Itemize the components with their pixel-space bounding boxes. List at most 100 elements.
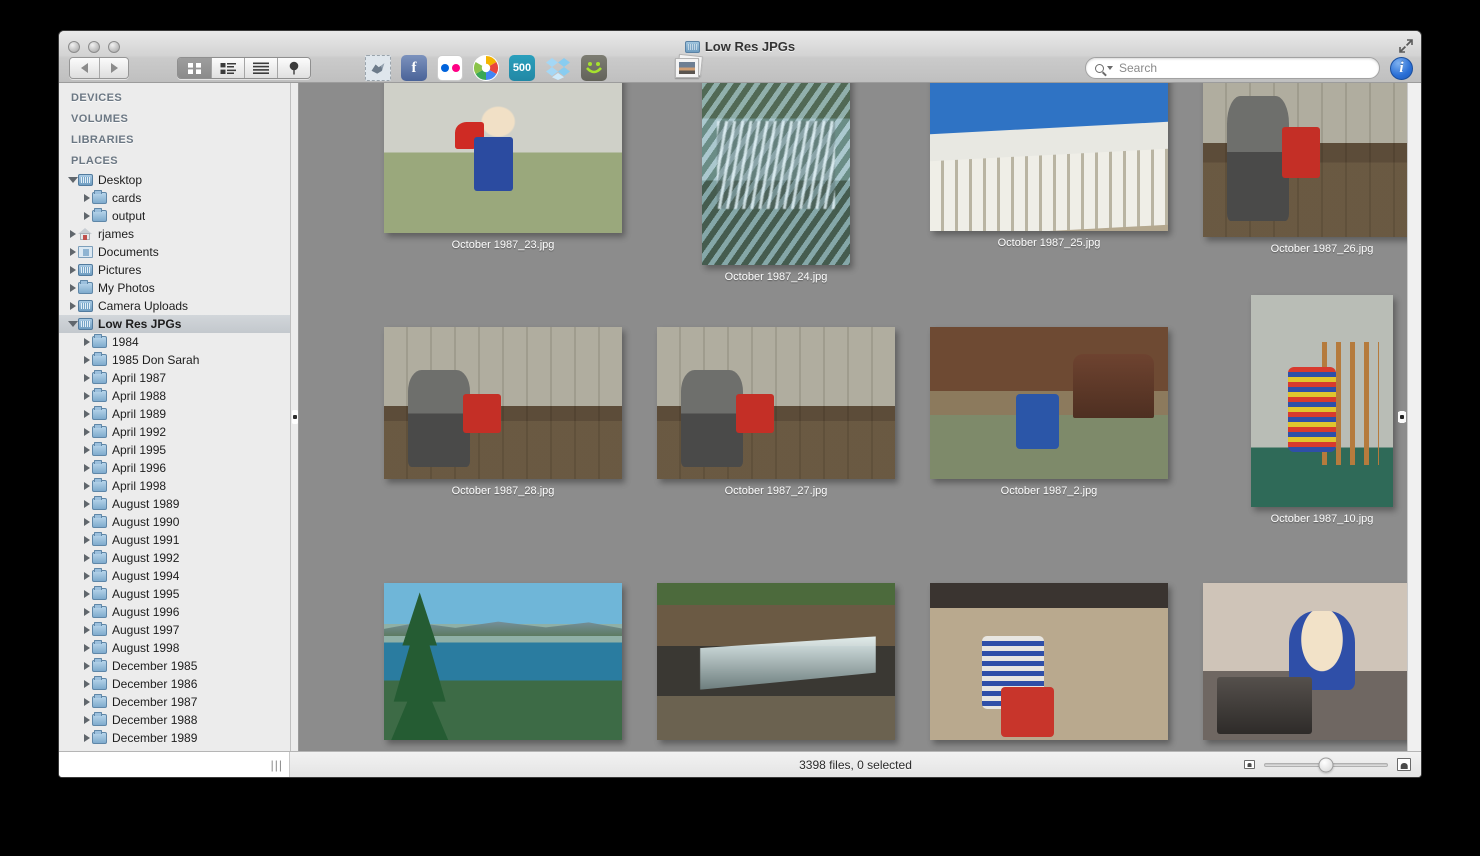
chevron-right-icon[interactable] <box>81 374 92 382</box>
content-area[interactable]: October 1987_23.jpg October 1987_24.jpg Oc… <box>299 83 1421 751</box>
sidebar-item-desktop[interactable]: Desktop <box>59 171 290 189</box>
sidebar-item-1984[interactable]: 1984 <box>59 333 290 351</box>
chevron-down-icon[interactable] <box>1107 66 1113 70</box>
chevron-right-icon[interactable] <box>81 680 92 688</box>
smugmug-smiley-icon[interactable] <box>581 55 607 81</box>
sidebar-item-rjames[interactable]: rjames <box>59 225 290 243</box>
sidebar-item-december-1988[interactable]: December 1988 <box>59 711 290 729</box>
chevron-right-icon[interactable] <box>81 518 92 526</box>
chevron-right-icon[interactable] <box>81 536 92 544</box>
sidebar-item-august-1989[interactable]: August 1989 <box>59 495 290 513</box>
sidebar-item-december-1985[interactable]: December 1985 <box>59 657 290 675</box>
sidebar-item-august-1998[interactable]: August 1998 <box>59 639 290 657</box>
sidebar-item-april-1996[interactable]: April 1996 <box>59 459 290 477</box>
sidebar-item-april-1989[interactable]: April 1989 <box>59 405 290 423</box>
icon-list-icon[interactable] <box>211 58 244 78</box>
chevron-down-icon[interactable] <box>67 321 78 327</box>
thumbnail-image[interactable] <box>657 583 895 740</box>
chevron-right-icon[interactable] <box>81 698 92 706</box>
sidebar[interactable]: DEVICESVOLUMESLIBRARIESPLACESDesktopcard… <box>59 83 290 751</box>
grid-item[interactable] <box>384 583 622 740</box>
chevron-right-icon[interactable] <box>81 734 92 742</box>
sidebar-item-april-1998[interactable]: April 1998 <box>59 477 290 495</box>
chevron-right-icon[interactable] <box>81 212 92 220</box>
grid-item[interactable]: October 1987_10.jpg <box>1251 295 1393 525</box>
chevron-right-icon[interactable] <box>67 248 78 256</box>
chevron-right-icon[interactable] <box>81 626 92 634</box>
sidebar-item-1985-don-sarah[interactable]: 1985 Don Sarah <box>59 351 290 369</box>
chevron-right-icon[interactable] <box>81 392 92 400</box>
chevron-right-icon[interactable] <box>81 410 92 418</box>
sidebar-item-documents[interactable]: Documents <box>59 243 290 261</box>
thumbnail-grid[interactable]: October 1987_23.jpg October 1987_24.jpg Oc… <box>299 83 1407 751</box>
small-thumbnail-icon[interactable] <box>1244 760 1255 769</box>
grid-item[interactable]: October 1987_23.jpg <box>384 83 622 251</box>
grid-icon[interactable] <box>178 58 211 78</box>
sidebar-item-april-1995[interactable]: April 1995 <box>59 441 290 459</box>
list-lines-icon[interactable] <box>244 58 277 78</box>
grid-item[interactable]: October 1987_26.jpg <box>1203 83 1407 255</box>
chevron-right-icon[interactable] <box>81 500 92 508</box>
grid-item[interactable]: October 1987_25.jpg <box>930 83 1168 249</box>
map-pin-icon[interactable] <box>277 58 310 78</box>
content-resize-handle[interactable] <box>1398 404 1406 430</box>
sidebar-item-august-1995[interactable]: August 1995 <box>59 585 290 603</box>
grid-item[interactable]: October 1987_27.jpg <box>657 327 895 497</box>
stamp-mail-icon[interactable] <box>365 55 391 81</box>
sidebar-item-august-1994[interactable]: August 1994 <box>59 567 290 585</box>
thumbnail-image[interactable] <box>930 83 1168 231</box>
sidebar-item-april-1992[interactable]: April 1992 <box>59 423 290 441</box>
sidebar-item-april-1987[interactable]: April 1987 <box>59 369 290 387</box>
large-thumbnail-icon[interactable] <box>1397 758 1411 771</box>
chevron-right-icon[interactable] <box>67 230 78 238</box>
chevron-right-icon[interactable] <box>81 338 92 346</box>
thumbnail-image[interactable] <box>657 327 895 479</box>
chevron-right-icon[interactable] <box>81 356 92 364</box>
chevron-right-icon[interactable] <box>81 482 92 490</box>
forward-button[interactable] <box>99 58 128 78</box>
sidebar-item-august-1996[interactable]: August 1996 <box>59 603 290 621</box>
chevron-right-icon[interactable] <box>81 554 92 562</box>
500px-icon[interactable]: 500 <box>509 55 535 81</box>
back-button[interactable] <box>70 58 99 78</box>
sidebar-item-august-1997[interactable]: August 1997 <box>59 621 290 639</box>
sidebar-item-pictures[interactable]: Pictures <box>59 261 290 279</box>
photo-stack-button[interactable] <box>673 55 703 81</box>
zoom-slider-handle[interactable] <box>1319 757 1334 772</box>
thumbnail-image[interactable] <box>1203 83 1407 237</box>
grid-item[interactable] <box>1203 583 1407 740</box>
chevron-right-icon[interactable] <box>81 608 92 616</box>
grid-item[interactable] <box>657 583 895 740</box>
sidebar-item-april-1988[interactable]: April 1988 <box>59 387 290 405</box>
chevron-right-icon[interactable] <box>81 716 92 724</box>
chevron-right-icon[interactable] <box>81 428 92 436</box>
chevron-down-icon[interactable] <box>67 177 78 183</box>
thumbnail-image[interactable] <box>384 83 622 233</box>
thumbnail-image[interactable] <box>384 327 622 479</box>
search-field[interactable] <box>1085 57 1380 79</box>
info-circle-icon[interactable]: i <box>1390 57 1413 80</box>
grid-item[interactable]: October 1987_24.jpg <box>702 83 850 283</box>
grid-item[interactable] <box>930 583 1168 740</box>
thumbnail-image[interactable] <box>930 327 1168 479</box>
chevron-right-icon[interactable] <box>81 590 92 598</box>
thumbnail-image[interactable] <box>702 83 850 265</box>
vertical-scrollbar[interactable] <box>1407 83 1421 751</box>
thumbnail-image[interactable] <box>384 583 622 740</box>
chevron-right-icon[interactable] <box>81 572 92 580</box>
thumbnail-image[interactable] <box>1203 583 1407 740</box>
chevron-right-icon[interactable] <box>81 194 92 202</box>
chevron-right-icon[interactable] <box>81 644 92 652</box>
thumbnail-image[interactable] <box>930 583 1168 740</box>
search-input[interactable] <box>1119 61 1359 75</box>
sidebar-item-my-photos[interactable]: My Photos <box>59 279 290 297</box>
chevron-right-icon[interactable] <box>67 302 78 310</box>
sidebar-split-divider[interactable] <box>290 83 299 751</box>
sidebar-item-low-res-jpgs[interactable]: Low Res JPGs <box>59 315 290 333</box>
sidebar-item-august-1991[interactable]: August 1991 <box>59 531 290 549</box>
dropbox-box-icon[interactable] <box>545 55 571 81</box>
flickr-dots-icon[interactable] <box>437 55 463 81</box>
sidebar-item-cards[interactable]: cards <box>59 189 290 207</box>
sidebar-item-december-1989[interactable]: December 1989 <box>59 729 290 747</box>
sidebar-item-output[interactable]: output <box>59 207 290 225</box>
